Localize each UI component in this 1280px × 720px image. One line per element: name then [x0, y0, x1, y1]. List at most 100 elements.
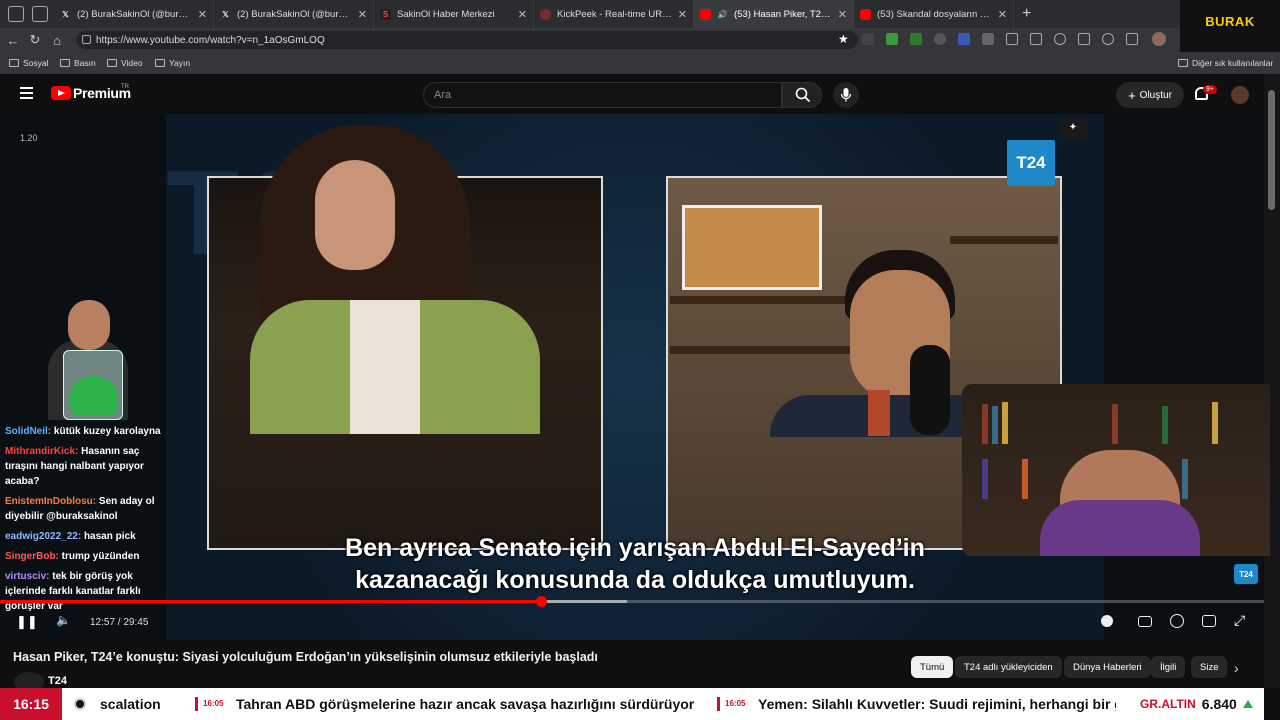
settings-gear-icon[interactable]	[1170, 614, 1184, 628]
back-icon[interactable]: ←	[2, 33, 24, 48]
chip-related[interactable]: İlgili	[1151, 656, 1186, 678]
extension-icon[interactable]	[958, 33, 970, 45]
chip-for-you[interactable]: Size	[1191, 656, 1227, 678]
bookmark-label: Diğer sık kullanılanlar	[1192, 58, 1274, 68]
stream-overlay-brand: BURAK	[1180, 0, 1280, 56]
close-icon[interactable]: ✕	[358, 8, 367, 21]
close-icon[interactable]: ✕	[198, 8, 207, 21]
chevron-right-icon[interactable]: ›	[1234, 660, 1239, 676]
notification-badge: 9+	[1203, 85, 1217, 94]
browser-tab[interactable]: (53) Skandal dosyaların kilit ismi: A ✕	[854, 0, 1014, 28]
volume-icon[interactable]: 🔈	[56, 613, 71, 627]
background-shelf	[950, 236, 1058, 244]
extension-icon[interactable]	[1102, 33, 1114, 45]
folder-icon	[9, 59, 19, 67]
page-scrollbar[interactable]	[1264, 74, 1280, 688]
miniplayer-icon[interactable]	[1202, 615, 1216, 627]
close-icon[interactable]: ✕	[518, 8, 527, 21]
search-icon	[795, 87, 811, 103]
bookmark-folder[interactable]: Basın	[60, 58, 96, 68]
close-icon[interactable]: ✕	[998, 8, 1007, 21]
create-button[interactable]: + Oluştur	[1116, 82, 1184, 108]
extension-icon[interactable]	[1126, 33, 1138, 45]
extension-icon[interactable]	[1054, 33, 1066, 45]
extension-icon[interactable]	[934, 33, 946, 45]
ticker-separator	[717, 697, 720, 711]
scrubber-handle[interactable]	[535, 596, 547, 607]
extension-icon[interactable]	[1030, 33, 1042, 45]
progress-bar[interactable]	[0, 596, 1264, 607]
bookmark-folder[interactable]: Yayın	[155, 58, 190, 68]
buffered-bar	[540, 600, 627, 603]
bookmark-label: Yayın	[169, 58, 191, 68]
star-icon[interactable]: ★	[838, 32, 849, 46]
fullscreen-icon[interactable]: ⤢	[1234, 612, 1245, 629]
close-icon[interactable]: ✕	[678, 8, 687, 21]
address-bar-row: ← ↻ ⌂ https://www.youtube.com/watch?v=n_…	[0, 28, 1180, 52]
chat-message: virtusciv: tek bir görüş yok içlerinde f…	[5, 569, 170, 614]
playback-rate-overlay: 1.20	[20, 133, 38, 143]
speaker-icon[interactable]: 🔊	[717, 9, 728, 20]
search-button[interactable]	[782, 82, 822, 108]
play-pause-icon[interactable]: ❚❚	[16, 614, 38, 630]
subtitles-icon[interactable]	[1138, 616, 1152, 627]
url-field[interactable]: https://www.youtube.com/watch?v=n_1aOsGm…	[76, 31, 858, 49]
favorites-icon[interactable]	[1078, 33, 1090, 45]
scrollbar-thumb[interactable]	[1268, 90, 1275, 210]
extension-icon[interactable]	[862, 33, 874, 45]
book	[1212, 402, 1218, 444]
bookmark-folder[interactable]: Sosyal	[9, 58, 49, 68]
chat-nick: SolidNeil:	[5, 426, 52, 437]
browser-tab[interactable]: S SakinOl Haber Merkezi ✕	[374, 0, 534, 28]
book	[982, 459, 988, 499]
gold-value: 6.840	[1201, 696, 1237, 712]
channel-name[interactable]: T24	[48, 675, 67, 687]
menu-icon[interactable]	[20, 87, 33, 99]
site-info-icon[interactable]	[82, 35, 91, 44]
other-bookmarks[interactable]: Diğer sık kullanılanlar	[1178, 58, 1273, 68]
extension-icon[interactable]	[886, 33, 898, 45]
background-shelf	[670, 296, 860, 304]
tab-title: (2) BurakSakinOl (@buraktut_) / X	[77, 8, 192, 20]
window-menu-icon[interactable]	[8, 6, 24, 22]
ticker-time: 16:05	[203, 699, 224, 708]
reload-icon[interactable]: ↻	[24, 32, 46, 48]
home-icon[interactable]: ⌂	[46, 33, 68, 48]
ticker-headline: Tahran ABD görüşmelerine hazır ancak sav…	[236, 696, 695, 712]
ticker-headline: scalation	[100, 696, 161, 712]
tab-actions-icon[interactable]	[32, 6, 48, 22]
book	[982, 404, 988, 444]
browser-tab[interactable]: 𝕏 (2) BurakSakinOl (@buraktut_) / X ✕	[214, 0, 374, 28]
subtitle-line: kazanacağı konusunda da oldukça umutluyu…	[355, 566, 915, 594]
chip-all[interactable]: Tümü	[911, 656, 954, 678]
premium-badge: ✦	[1059, 119, 1087, 139]
bookmark-label: Video	[121, 58, 143, 68]
chat-nick: eadwig2022_22:	[5, 531, 82, 542]
voice-search-button[interactable]	[833, 82, 859, 108]
extension-icon[interactable]	[910, 33, 922, 45]
account-avatar[interactable]	[1231, 86, 1249, 104]
browser-tab[interactable]: KickPeek - Real-time URL Crawler ✕	[534, 0, 694, 28]
chat-message: MithrandirKick: Hasanın saç tıraşını han…	[5, 444, 170, 489]
extension-icon[interactable]	[1006, 33, 1018, 45]
bookmark-folder[interactable]: Video	[107, 58, 143, 68]
search-input[interactable]: Ara	[423, 82, 782, 108]
browser-tab[interactable]: 𝕏 (2) BurakSakinOl (@buraktut_) / X ✕	[54, 0, 214, 28]
plus-icon: +	[1128, 87, 1136, 103]
browser-tab-active[interactable]: 🔊 (53) Hasan Piker, T24'e konuş ✕	[694, 0, 854, 28]
book	[1112, 404, 1118, 444]
close-icon[interactable]: ✕	[838, 8, 847, 21]
chat-nick: virtusciv:	[5, 571, 50, 582]
chat-text: trump yüzünden	[61, 551, 140, 562]
chip-world-news[interactable]: Dünya Haberleri	[1064, 656, 1151, 678]
guest-figure	[868, 390, 890, 436]
played-bar	[0, 600, 541, 603]
autoplay-toggle-icon[interactable]	[1101, 615, 1113, 627]
youtube-logo-icon[interactable]	[51, 86, 71, 100]
extension-icon[interactable]	[982, 33, 994, 45]
chip-from-uploader[interactable]: T24 adlı yükleyiciden	[955, 656, 1062, 678]
profile-avatar[interactable]	[1152, 32, 1166, 46]
chat-message: eadwig2022_22: hasan pick	[5, 529, 170, 544]
new-tab-button[interactable]: +	[1022, 5, 1031, 23]
chat-nick: EnistemInDoblosu:	[5, 496, 97, 507]
